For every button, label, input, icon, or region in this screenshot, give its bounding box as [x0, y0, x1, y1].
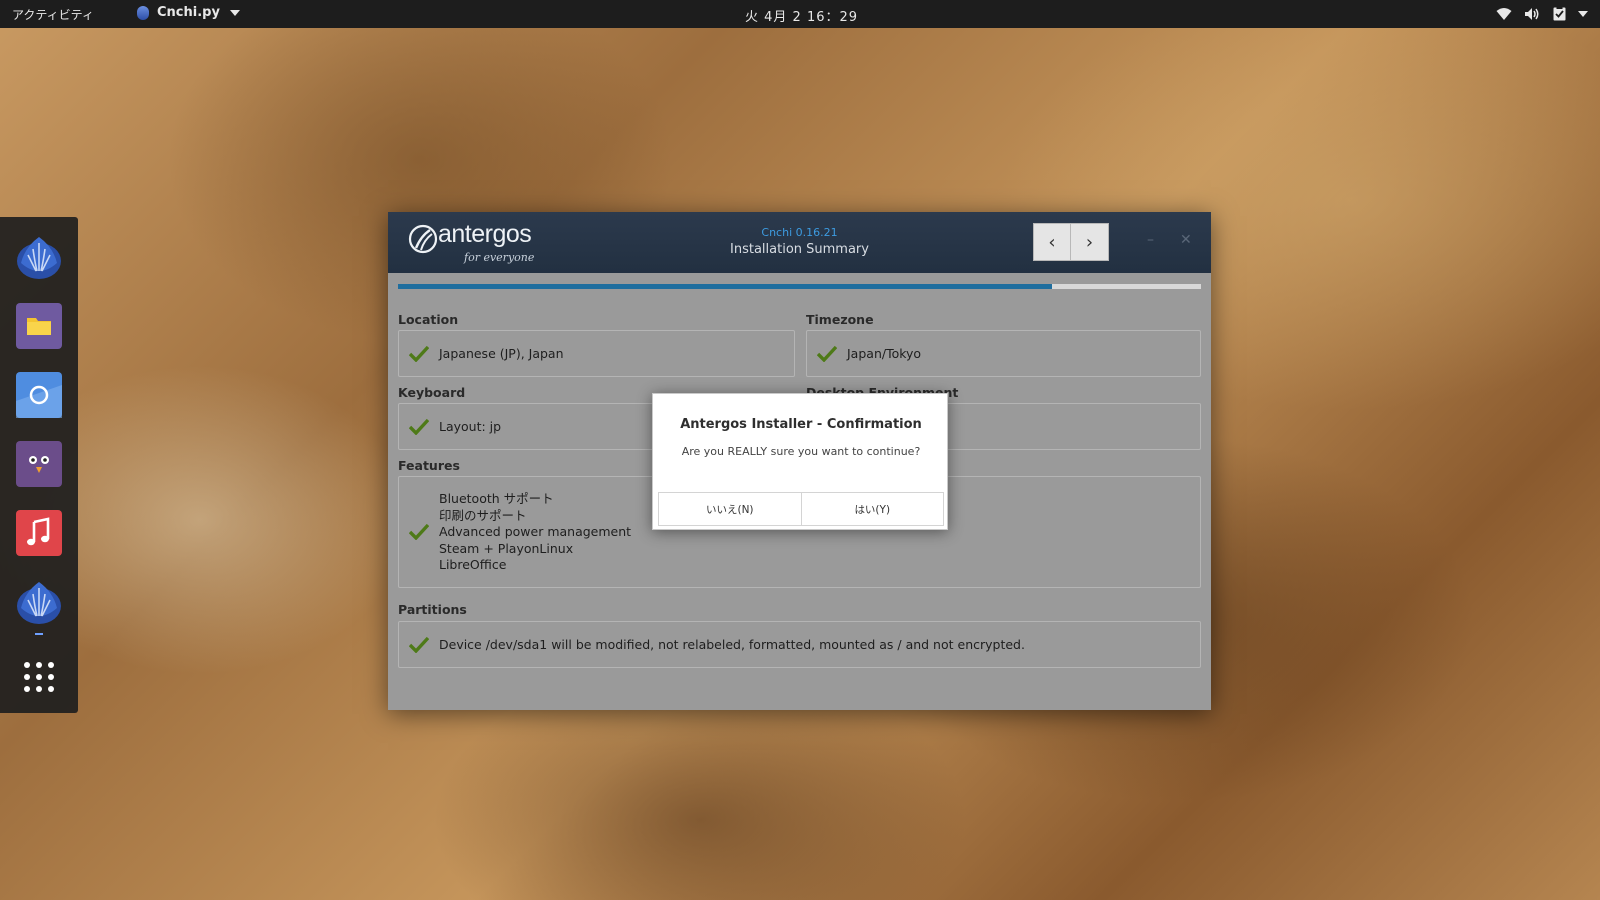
keyboard-value: Layout: jp	[439, 419, 502, 434]
files-icon[interactable]	[15, 302, 63, 350]
dialog-title: Antergos Installer - Confirmation	[680, 417, 922, 432]
wifi-icon[interactable]	[1496, 7, 1512, 21]
dialog-buttons: いいえ(N) はい(Y)	[658, 492, 944, 526]
back-button[interactable]: ‹	[1033, 223, 1071, 261]
chevron-down-icon[interactable]	[1578, 10, 1588, 18]
install-progress-fill	[398, 284, 1053, 289]
yes-button[interactable]: はい(Y)	[800, 493, 943, 525]
antergos-logo-icon	[408, 224, 438, 254]
music-icon[interactable]	[15, 509, 63, 557]
logo-text: antergos	[438, 220, 532, 248]
check-icon	[409, 345, 429, 362]
feature-item: Advanced power management	[439, 524, 632, 539]
timezone-label: Timezone	[806, 312, 874, 327]
check-icon	[817, 345, 837, 362]
check-icon	[409, 523, 429, 540]
dock	[0, 217, 78, 713]
location-value: Japanese (JP), Japan	[439, 346, 564, 361]
check-icon	[409, 636, 429, 653]
close-button[interactable]: ✕	[1180, 232, 1192, 248]
app-menu-label: Cnchi.py	[157, 5, 220, 20]
navigation-buttons: ‹ ›	[1033, 223, 1109, 261]
features-label: Features	[398, 458, 460, 473]
cnchi-icon[interactable]	[15, 578, 63, 626]
check-icon	[409, 418, 429, 435]
location-label: Location	[398, 312, 459, 327]
feature-item: Steam + PlayonLinux	[439, 540, 574, 556]
timezone-box: Japan/Tokyo	[806, 330, 1201, 377]
partitions-value: Device /dev/sda1 will be modified, not r…	[439, 637, 1025, 652]
partitions-box: Device /dev/sda1 will be modified, not r…	[398, 621, 1201, 668]
app-menu[interactable]: Cnchi.py	[137, 5, 240, 20]
running-indicator	[35, 633, 43, 635]
features-list: Bluetooth サポート 印刷のサポート Advanced power ma…	[439, 491, 631, 574]
feature-item: Bluetooth サポート	[439, 491, 554, 506]
partitions-label: Partitions	[398, 602, 467, 617]
confirmation-dialog: Antergos Installer - Confirmation Are yo…	[652, 393, 948, 530]
window-header[interactable]: antergos for everyone Cnchi 0.16.21 Inst…	[388, 212, 1211, 273]
app-grid-icon[interactable]	[15, 653, 63, 701]
dialog-message: Are you REALLY sure you want to continue…	[681, 445, 921, 458]
keyboard-label: Keyboard	[398, 385, 466, 400]
no-button[interactable]: いいえ(N)	[659, 493, 801, 525]
activities-button[interactable]: アクティビティ	[12, 6, 94, 23]
install-progress-bar	[398, 284, 1201, 289]
location-box: Japanese (JP), Japan	[398, 330, 795, 377]
timezone-value: Japan/Tokyo	[847, 346, 922, 361]
antergos-icon[interactable]	[15, 233, 63, 281]
minimize-button[interactable]: –	[1147, 232, 1154, 248]
pidgin-icon[interactable]	[15, 440, 63, 488]
cnchi-app-icon	[137, 5, 149, 20]
system-tray[interactable]	[1496, 6, 1588, 21]
logo-tagline: for everyone	[464, 251, 535, 264]
top-bar: アクティビティ Cnchi.py 火 4月 2 16：29	[0, 0, 1600, 28]
volume-icon[interactable]	[1524, 7, 1541, 21]
feature-item: 印刷のサポート	[439, 507, 527, 523]
clock[interactable]: 火 4月 2 16：29	[745, 6, 858, 25]
chevron-down-icon	[229, 9, 240, 16]
forward-button[interactable]: ›	[1071, 223, 1109, 261]
feature-item: LibreOffice	[439, 557, 507, 572]
chromium-icon[interactable]	[15, 371, 63, 419]
clipboard-icon[interactable]	[1553, 6, 1566, 21]
